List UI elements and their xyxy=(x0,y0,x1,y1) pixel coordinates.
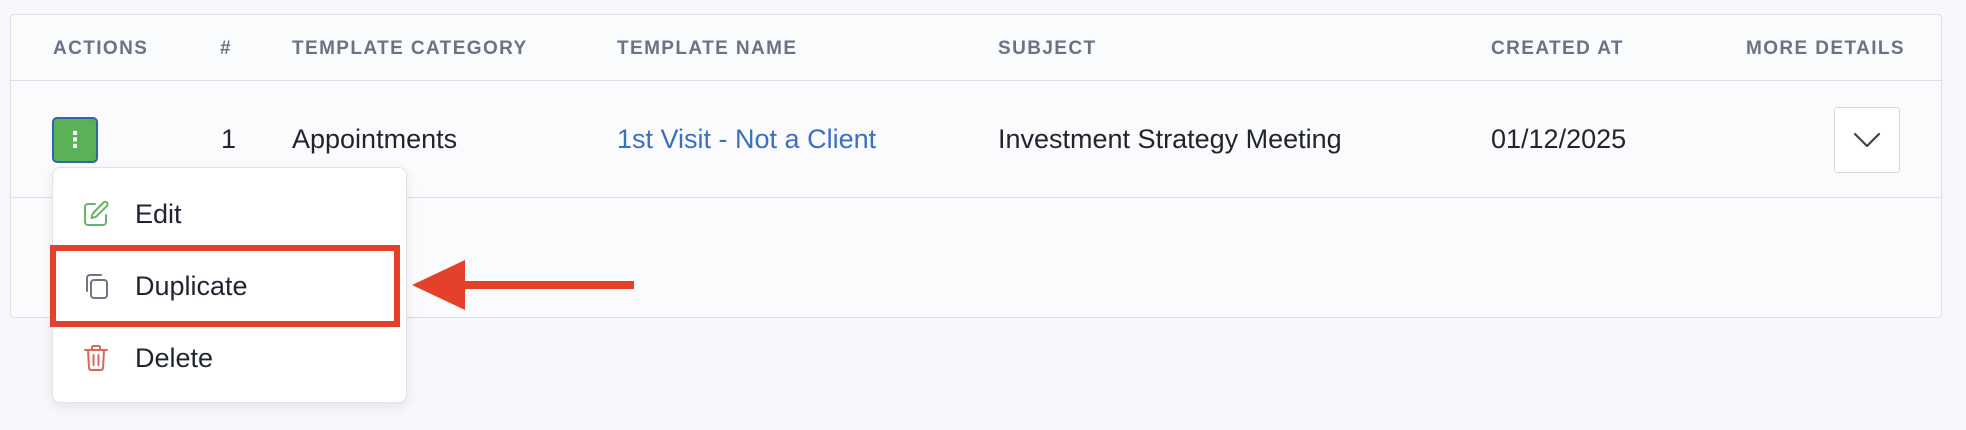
table-header-row: ACTIONS # TEMPLATE CATEGORY TEMPLATE NAM… xyxy=(11,15,1941,81)
menu-item-delete[interactable]: Delete xyxy=(53,329,406,385)
header-created-at: CREATED AT xyxy=(1491,38,1624,59)
kebab-icon: ⋮ xyxy=(64,127,86,152)
row-number: 1 xyxy=(221,124,237,154)
header-more-details: MORE DETAILS xyxy=(1746,38,1905,59)
row-actions-button[interactable]: ⋮ xyxy=(52,117,98,163)
row-subject: Investment Strategy Meeting xyxy=(998,124,1342,154)
annotation-arrow-icon xyxy=(412,260,634,310)
row-template-category: Appointments xyxy=(292,124,458,154)
annotation-highlight-box xyxy=(50,245,400,327)
header-template-name: TEMPLATE NAME xyxy=(617,38,798,59)
header-actions: ACTIONS xyxy=(53,38,149,59)
delete-icon xyxy=(84,345,108,371)
menu-item-edit[interactable]: Edit xyxy=(53,185,406,241)
row-created-at: 01/12/2025 xyxy=(1491,124,1627,154)
header-number: # xyxy=(220,38,232,59)
menu-item-edit-label: Edit xyxy=(135,199,182,229)
chevron-down-icon xyxy=(1853,132,1881,148)
header-template-category: TEMPLATE CATEGORY xyxy=(292,38,528,59)
more-details-toggle-button[interactable] xyxy=(1834,107,1900,173)
row-template-name-link[interactable]: 1st Visit - Not a Client xyxy=(617,124,876,155)
menu-item-delete-label: Delete xyxy=(135,343,214,373)
edit-icon xyxy=(84,200,109,226)
header-subject: SUBJECT xyxy=(998,38,1097,59)
